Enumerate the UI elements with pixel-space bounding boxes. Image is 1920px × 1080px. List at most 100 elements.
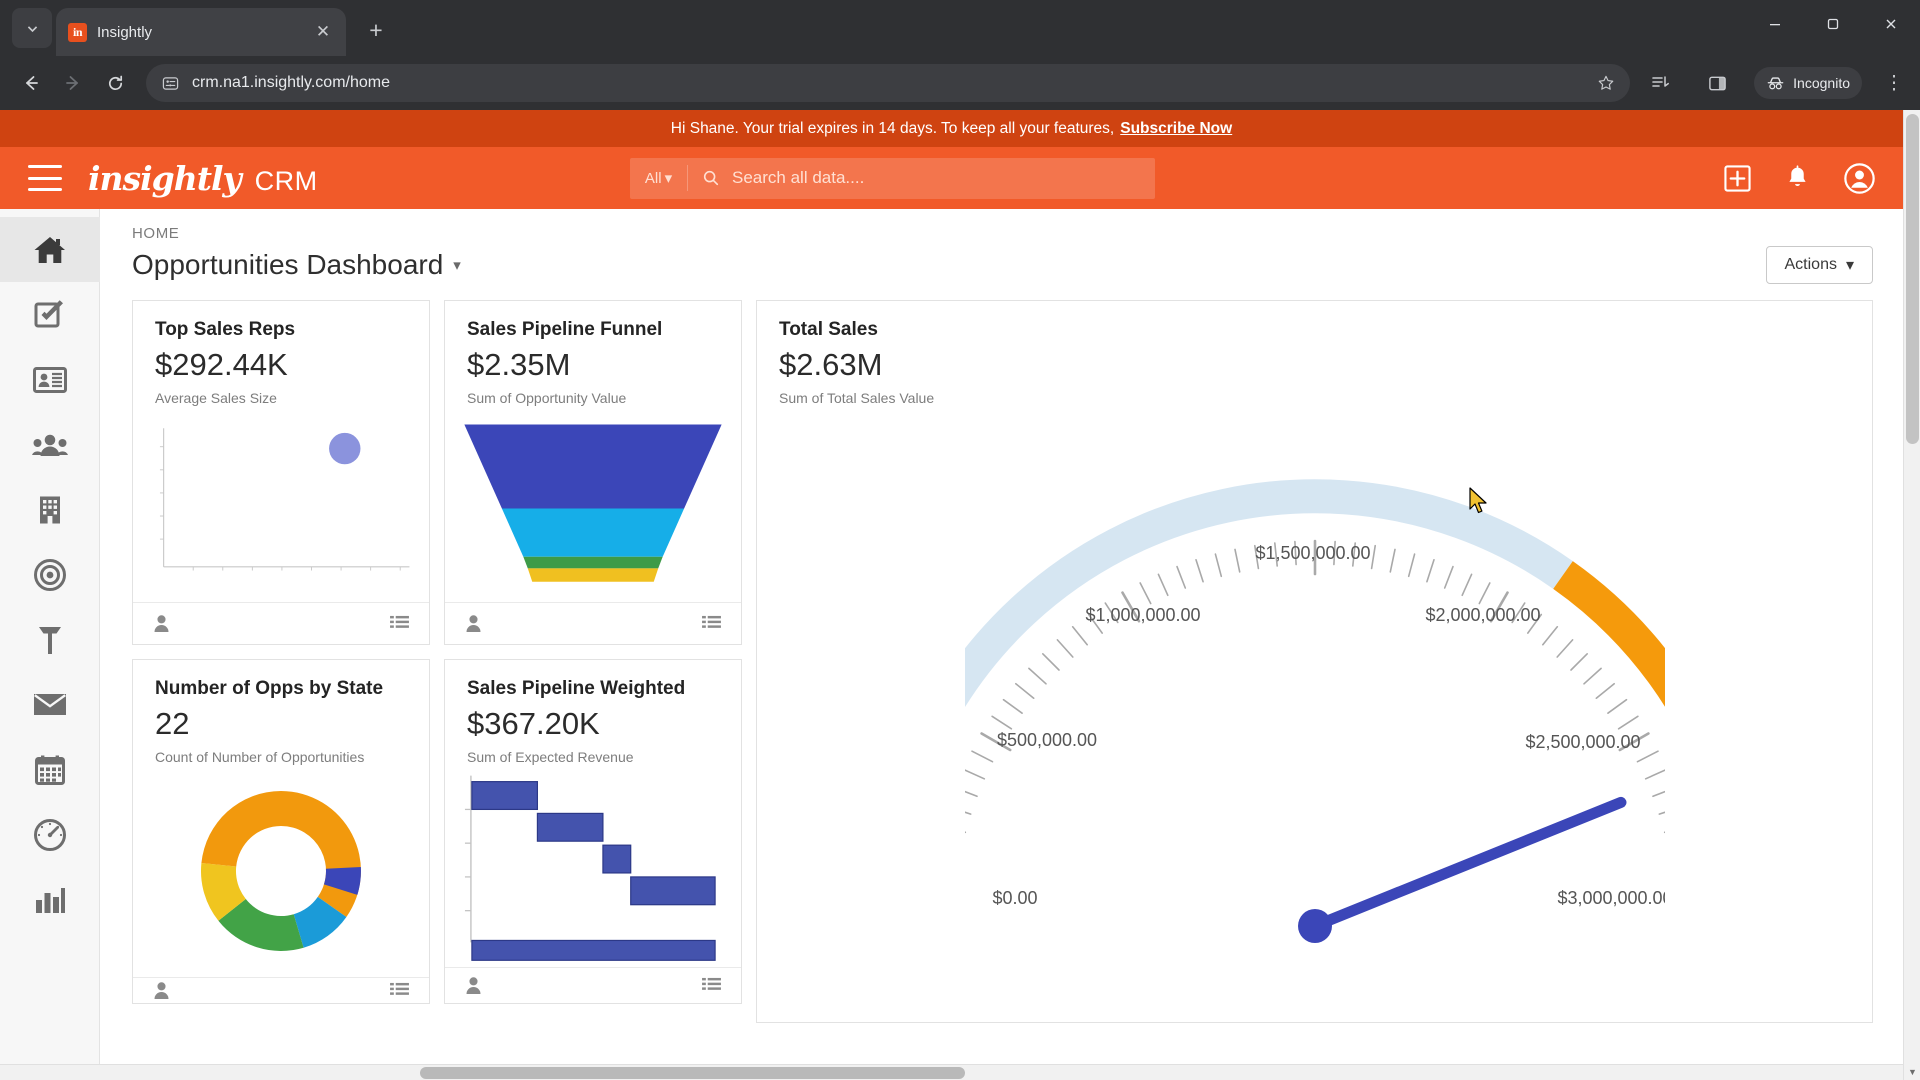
search-icon bbox=[703, 170, 719, 186]
insightly-logo: insightly bbox=[88, 158, 242, 198]
search-input[interactable]: Search all data.... bbox=[688, 168, 1155, 188]
card-value: $367.20K bbox=[467, 706, 600, 741]
bar-chart-icon bbox=[35, 887, 65, 913]
list-icon[interactable] bbox=[702, 977, 721, 994]
target-icon bbox=[33, 558, 66, 591]
side-panel-icon[interactable] bbox=[1698, 64, 1736, 102]
search-placeholder: Search all data.... bbox=[732, 168, 865, 187]
gauge-tick-label: $1,500,000.00 bbox=[1255, 543, 1370, 563]
global-search[interactable]: All ▾ Search all data.... bbox=[630, 157, 1155, 199]
list-icon[interactable] bbox=[390, 982, 409, 999]
card-subtitle: Sum of Opportunity Value bbox=[467, 390, 627, 406]
sidebar-item-calendar[interactable] bbox=[0, 737, 100, 802]
new-tab-button[interactable]: + bbox=[360, 14, 392, 46]
subscribe-now-link[interactable]: Subscribe Now bbox=[1120, 120, 1232, 138]
card-chart-area: $0.00 $500,000.00 $1,000,000.00 $1,500,0… bbox=[757, 406, 1872, 1022]
sidebar-item-emails[interactable] bbox=[0, 672, 100, 737]
card-total-sales[interactable]: Total Sales $2.63M Sum of Total Sales Va… bbox=[756, 300, 1873, 1023]
breadcrumb[interactable]: HOME bbox=[132, 225, 1873, 242]
gauge-tick-label: $0.00 bbox=[992, 888, 1037, 908]
vertical-scroll-thumb[interactable] bbox=[1906, 114, 1919, 444]
chevron-down-icon[interactable]: ▾ bbox=[453, 256, 461, 274]
card-header: Sales Pipeline Funnel $2.35M Sum of Oppo… bbox=[445, 301, 741, 406]
card-title: Top Sales Reps bbox=[155, 319, 296, 340]
card-value: $2.35M bbox=[467, 347, 571, 382]
person-icon[interactable] bbox=[465, 976, 482, 995]
incognito-indicator[interactable]: Incognito bbox=[1754, 67, 1862, 99]
card-chart-area bbox=[445, 406, 741, 602]
kebab-menu-icon[interactable]: ⋮ bbox=[1880, 72, 1908, 95]
gauge-tick-label: $2,500,000.00 bbox=[1525, 732, 1640, 752]
actions-button[interactable]: Actions ▾ bbox=[1765, 246, 1873, 284]
reading-list-icon[interactable] bbox=[1642, 64, 1680, 102]
sidebar-item-dashboards[interactable] bbox=[0, 802, 100, 867]
forward-arrow-icon[interactable] bbox=[54, 64, 92, 102]
horizontal-scroll-thumb[interactable] bbox=[420, 1067, 965, 1079]
person-icon[interactable] bbox=[153, 614, 170, 633]
sidebar-item-reports[interactable] bbox=[0, 867, 100, 932]
vertical-scrollbar[interactable]: ▲ ▼ bbox=[1903, 110, 1920, 1080]
search-scope-dropdown[interactable]: All ▾ bbox=[630, 165, 688, 191]
sidebar-item-contacts[interactable] bbox=[0, 347, 100, 412]
card-subtitle: Sum of Total Sales Value bbox=[779, 390, 935, 406]
window-close-button[interactable] bbox=[1862, 0, 1920, 48]
contact-card-icon bbox=[32, 366, 67, 393]
star-icon[interactable] bbox=[1596, 73, 1616, 93]
gauge-tick-label: $3,000,000.00 bbox=[1557, 888, 1665, 908]
address-bar-url: crm.na1.insightly.com/home bbox=[192, 74, 390, 91]
window-maximize-button[interactable] bbox=[1804, 0, 1862, 48]
horizontal-scrollbar[interactable] bbox=[0, 1064, 1903, 1080]
card-header: Number of Opps by State 22 Count of Numb… bbox=[133, 660, 429, 765]
brand[interactable]: insightly CRM bbox=[88, 159, 318, 198]
list-icon[interactable] bbox=[702, 615, 721, 632]
sidebar-item-projects[interactable] bbox=[0, 607, 100, 672]
tab-close-icon[interactable]: ✕ bbox=[312, 21, 334, 43]
card-top-sales-reps[interactable]: Top Sales Reps $292.44K Average Sales Si… bbox=[132, 300, 430, 645]
card-subtitle: Average Sales Size bbox=[155, 390, 277, 406]
sidebar-item-leads[interactable] bbox=[0, 412, 100, 477]
add-plus-icon[interactable] bbox=[1724, 164, 1751, 192]
tab-strip: in Insightly ✕ + bbox=[0, 0, 1920, 56]
bell-icon[interactable] bbox=[1785, 164, 1810, 192]
gauge-tick-label: $2,000,000.00 bbox=[1425, 605, 1540, 625]
card-value: $2.63M bbox=[779, 347, 883, 382]
waterfall-chart bbox=[464, 775, 716, 961]
person-icon[interactable] bbox=[465, 614, 482, 633]
address-bar[interactable]: crm.na1.insightly.com/home bbox=[146, 64, 1631, 102]
scroll-down-arrow[interactable]: ▼ bbox=[1904, 1063, 1920, 1080]
account-avatar-icon[interactable] bbox=[1844, 162, 1875, 194]
browser-toolbar: crm.na1.insightly.com/home Incognito ⋮ bbox=[0, 56, 1920, 110]
calendar-icon bbox=[34, 755, 65, 785]
tab-favicon-icon: in bbox=[68, 22, 87, 42]
card-value: $292.44K bbox=[155, 347, 288, 382]
home-icon bbox=[34, 236, 65, 263]
left-sidebar bbox=[0, 209, 100, 1064]
card-sales-pipeline-funnel[interactable]: Sales Pipeline Funnel $2.35M Sum of Oppo… bbox=[444, 300, 742, 645]
card-chart-area bbox=[133, 765, 429, 977]
hamburger-menu-icon[interactable] bbox=[28, 165, 62, 191]
card-header: Sales Pipeline Weighted $367.20K Sum of … bbox=[445, 660, 741, 765]
gauge-tick-label: $1,000,000.00 bbox=[1085, 605, 1200, 625]
gauge-pivot bbox=[1297, 909, 1332, 943]
card-title: Sales Pipeline Weighted bbox=[467, 678, 686, 699]
site-settings-icon[interactable] bbox=[160, 73, 180, 93]
reload-icon[interactable] bbox=[96, 64, 134, 102]
scatter-chart bbox=[159, 428, 410, 571]
person-icon[interactable] bbox=[153, 981, 170, 1000]
card-footer bbox=[445, 967, 741, 1003]
tab-search-button[interactable] bbox=[12, 8, 52, 48]
list-icon[interactable] bbox=[390, 615, 409, 632]
sidebar-item-home[interactable] bbox=[0, 217, 100, 282]
sidebar-item-opportunities[interactable] bbox=[0, 542, 100, 607]
dashboard-content: HOME Opportunities Dashboard ▾ Actions ▾ bbox=[100, 209, 1903, 1064]
building-icon bbox=[39, 496, 60, 523]
window-minimize-button[interactable] bbox=[1746, 0, 1804, 48]
browser-window: in Insightly ✕ + crm.na1.insightly.com/h… bbox=[0, 0, 1920, 1080]
gauge-chart: $0.00 $500,000.00 $1,000,000.00 $1,500,0… bbox=[964, 479, 1665, 943]
card-sales-pipeline-weighted[interactable]: Sales Pipeline Weighted $367.20K Sum of … bbox=[444, 659, 742, 1004]
sidebar-item-organisations[interactable] bbox=[0, 477, 100, 542]
browser-tab[interactable]: in Insightly ✕ bbox=[56, 8, 346, 56]
sidebar-item-tasks[interactable] bbox=[0, 282, 100, 347]
card-number-of-opps-by-state[interactable]: Number of Opps by State 22 Count of Numb… bbox=[132, 659, 430, 1004]
back-arrow-icon[interactable] bbox=[12, 64, 50, 102]
